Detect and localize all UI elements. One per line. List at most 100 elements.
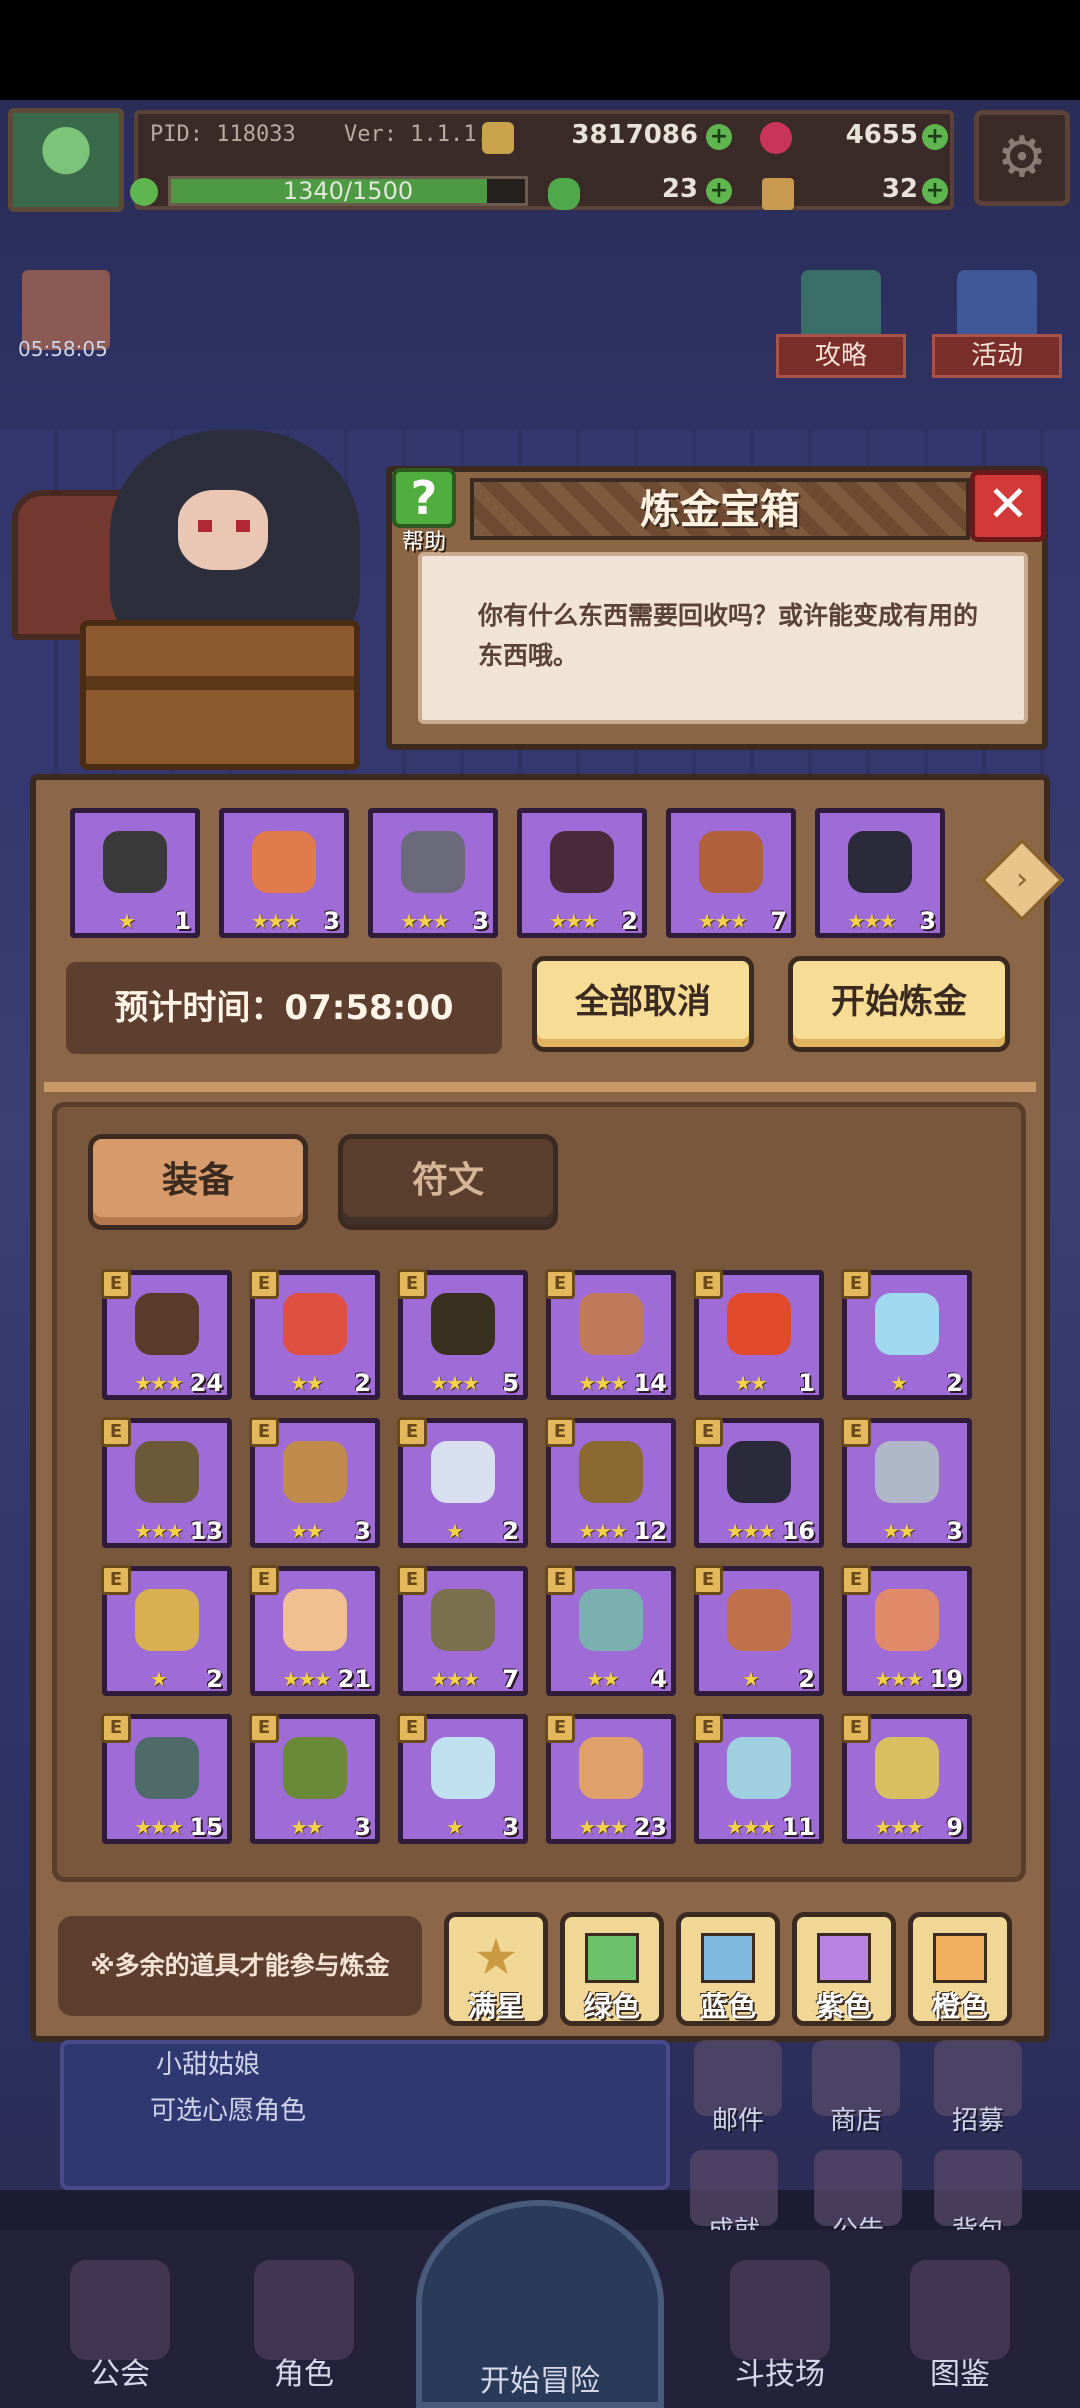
item-count: 2 <box>502 1517 519 1545</box>
event-label: 活动 <box>932 334 1062 378</box>
item-count: 12 <box>633 1517 667 1545</box>
dialog-header: 炼金宝箱 <box>470 478 970 540</box>
inventory-item[interactable]: ★★★ 12 E <box>545 1417 676 1548</box>
item-icon <box>283 1737 347 1799</box>
recruit-label: 招募 <box>951 2106 1004 2136</box>
equip-badge: E <box>101 1269 131 1299</box>
chest-band <box>86 676 354 690</box>
equip-badge: E <box>397 1565 427 1595</box>
item-stars: ★★★ <box>698 909 748 933</box>
item-stars: ★ <box>150 1667 168 1691</box>
shop-button[interactable]: 商店 <box>806 2040 906 2150</box>
item-count: 23 <box>633 1813 667 1841</box>
filter-green-button[interactable]: 绿色 <box>560 1912 664 2026</box>
gold-value: 3817086 <box>571 120 698 150</box>
green-swatch <box>585 1933 639 1983</box>
equip-badge: E <box>397 1417 427 1447</box>
start-alchemy-button[interactable]: 开始炼金 <box>788 956 1010 1052</box>
inventory-item[interactable]: ★★★ 7 E <box>397 1565 528 1696</box>
recruit-banner[interactable]: 小甜姑娘 可选心愿角色 <box>60 2040 670 2190</box>
nav-adventure[interactable]: 开始冒险 <box>416 2200 664 2408</box>
item-count: 5 <box>502 1369 519 1397</box>
inventory-item[interactable]: ★★★ 14 E <box>545 1269 676 1400</box>
filter-orange-button[interactable]: 橙色 <box>908 1912 1012 2026</box>
filter-blue-button[interactable]: 蓝色 <box>676 1912 780 2026</box>
inventory-item[interactable]: ★★ 3 E <box>249 1417 380 1548</box>
filter-full-star-button[interactable]: ★ 满星 <box>444 1912 548 2026</box>
inventory-item[interactable]: ★★ 4 E <box>545 1565 676 1696</box>
dialog-body: 你有什么东西需要回收吗？或许能变成有用的东西哦。 <box>418 552 1028 724</box>
nav-guild-label: 公会 <box>90 2357 150 2392</box>
guide-button[interactable]: 攻略 <box>776 270 906 380</box>
gem-icon <box>760 122 792 154</box>
inventory-item[interactable]: ★★★ 24 E <box>101 1269 232 1400</box>
item-icon <box>579 1737 643 1799</box>
selected-item[interactable]: ★ 1 <box>70 808 200 938</box>
item-count: 3 <box>323 907 340 935</box>
banner-subtitle: 可选心愿角色 <box>150 2096 307 2126</box>
inventory-item[interactable]: ★ 2 E <box>397 1417 528 1548</box>
item-stars: ★ <box>742 1667 760 1691</box>
item-icon <box>875 1589 939 1651</box>
item-icon <box>848 831 912 893</box>
inventory-item[interactable]: ★★★ 19 E <box>841 1565 972 1696</box>
tab-equipment[interactable]: 装备 <box>88 1134 308 1230</box>
item-stars: ★★ <box>586 1667 620 1691</box>
item-count: 3 <box>472 907 489 935</box>
settings-gear-icon[interactable]: ⚙ <box>974 110 1070 206</box>
equip-badge: E <box>841 1565 871 1595</box>
item-stars: ★★ <box>882 1519 916 1543</box>
inventory-grid: ★★★ 24 E ★★ 2 E ★★★ 5 E ★★★ 14 E ★★ 1 E ★ 2 E ★★★ 13 E ★★ 3 E ★ 2… <box>101 1269 982 1864</box>
inventory-item[interactable]: ★★★ 13 E <box>101 1417 232 1548</box>
inventory-item[interactable]: ★ 2 E <box>693 1565 824 1696</box>
selected-item[interactable]: ★★★ 3 <box>815 808 945 938</box>
guild-house-icon <box>70 2260 170 2360</box>
selected-item[interactable]: ★★★ 3 <box>368 808 498 938</box>
inventory-item[interactable]: ★★★ 16 E <box>693 1417 824 1548</box>
inventory-item[interactable]: ★★★ 15 E <box>101 1713 232 1844</box>
item-icon <box>431 1737 495 1799</box>
add-hammer-icon[interactable]: + <box>922 178 948 204</box>
item-count: 3 <box>354 1517 371 1545</box>
filter-green-label: 绿色 <box>583 1990 640 2023</box>
nav-codex[interactable]: 图鉴 <box>880 2260 1040 2408</box>
nav-role[interactable]: 角色 <box>224 2260 384 2408</box>
inventory-item[interactable]: ★★★ 9 E <box>841 1713 972 1844</box>
inventory-item[interactable]: ★ 3 E <box>397 1713 528 1844</box>
inventory-item[interactable]: ★★ 1 E <box>693 1269 824 1400</box>
equip-badge: E <box>841 1269 871 1299</box>
inventory-item[interactable]: ★★★ 23 E <box>545 1713 676 1844</box>
filter-purple-label: 紫色 <box>815 1990 872 2023</box>
selected-item[interactable]: ★★★ 7 <box>666 808 796 938</box>
item-icon <box>875 1293 939 1355</box>
mail-button[interactable]: 邮件 <box>688 2040 788 2150</box>
add-gold-icon[interactable]: + <box>706 124 732 150</box>
add-gem-icon[interactable]: + <box>922 124 948 150</box>
event-button[interactable]: 活动 <box>932 270 1062 380</box>
help-button[interactable]: ? 帮助 <box>388 468 460 555</box>
hammer-icon <box>762 178 794 210</box>
item-icon <box>727 1589 791 1651</box>
inventory-item[interactable]: ★★★ 5 E <box>397 1269 528 1400</box>
inventory-item[interactable]: ★ 2 E <box>101 1565 232 1696</box>
player-avatar[interactable] <box>8 108 124 212</box>
equip-badge: E <box>101 1417 131 1447</box>
nav-guild[interactable]: 公会 <box>40 2260 200 2408</box>
close-button[interactable]: ✕ <box>970 470 1046 542</box>
selected-item[interactable]: ★★★ 3 <box>219 808 349 938</box>
item-stars: ★★ <box>290 1519 324 1543</box>
inventory-item[interactable]: ★★ 3 E <box>841 1417 972 1548</box>
inventory-item[interactable]: ★★★ 21 E <box>249 1565 380 1696</box>
inventory-item[interactable]: ★ 2 E <box>841 1269 972 1400</box>
filter-purple-button[interactable]: 紫色 <box>792 1912 896 2026</box>
inventory-item[interactable]: ★★ 2 E <box>249 1269 380 1400</box>
cancel-all-button[interactable]: 全部取消 <box>532 956 754 1052</box>
recruit-button[interactable]: 招募 <box>928 2040 1028 2150</box>
selected-item[interactable]: ★★★ 2 <box>517 808 647 938</box>
tab-rune[interactable]: 符文 <box>338 1134 558 1230</box>
inventory-item[interactable]: ★★ 3 E <box>249 1713 380 1844</box>
inventory-item[interactable]: ★★★ 11 E <box>693 1713 824 1844</box>
add-clover-icon[interactable]: + <box>706 178 732 204</box>
equip-badge: E <box>545 1417 575 1447</box>
nav-arena[interactable]: 斗技场 <box>700 2260 860 2408</box>
